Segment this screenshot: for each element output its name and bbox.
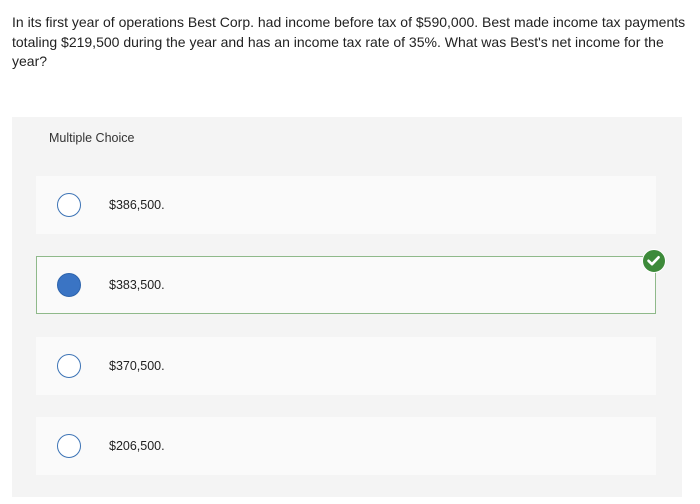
multiple-choice-panel: Multiple Choice $386,500. $383,500. $370… — [12, 117, 682, 497]
check-circle-icon — [642, 249, 666, 273]
option-1-label: $386,500. — [109, 198, 165, 212]
option-3[interactable]: $370,500. — [36, 337, 656, 395]
radio-button-option-4[interactable] — [57, 434, 81, 458]
option-2-label: $383,500. — [109, 278, 165, 292]
question-text: In its first year of operations Best Cor… — [12, 14, 686, 69]
radio-button-option-1[interactable] — [57, 193, 81, 217]
option-4[interactable]: $206,500. — [36, 417, 656, 475]
multiple-choice-header: Multiple Choice — [49, 131, 135, 145]
option-4-label: $206,500. — [109, 439, 165, 453]
option-3-label: $370,500. — [109, 359, 165, 373]
radio-button-option-3[interactable] — [57, 354, 81, 378]
option-1[interactable]: $386,500. — [36, 176, 656, 234]
radio-button-option-2-selected[interactable] — [57, 273, 81, 297]
option-2[interactable]: $383,500. — [36, 256, 656, 314]
